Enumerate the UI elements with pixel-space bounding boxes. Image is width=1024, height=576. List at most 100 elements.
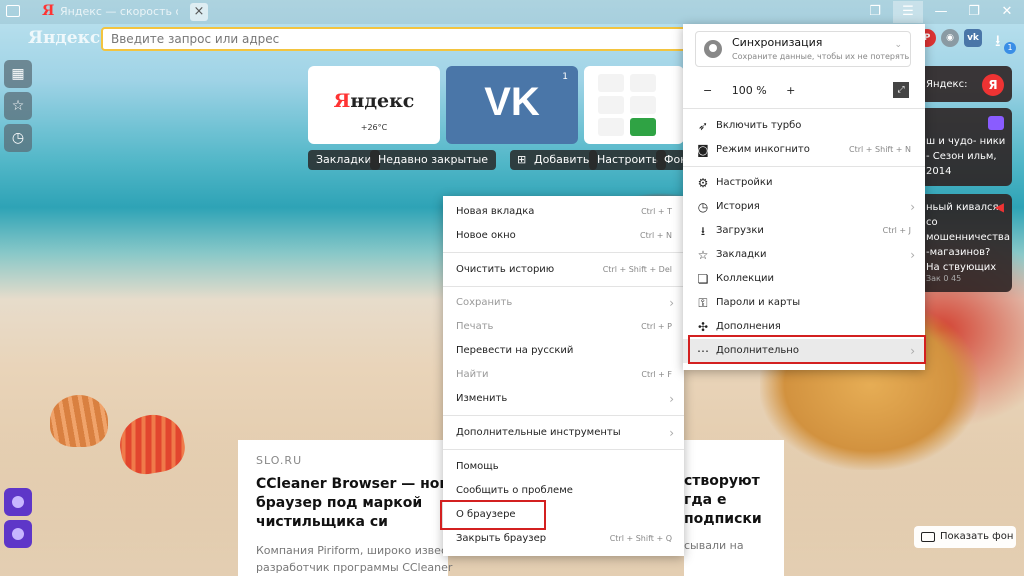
zen-card[interactable]: ◀ ньый кивался со мошенничества -магазин…	[920, 194, 1012, 292]
menu-item-help[interactable]: Помощь	[443, 455, 684, 479]
menu-item-label: Очистить историю	[456, 264, 555, 275]
minimize-icon[interactable]: —	[926, 1, 956, 23]
download-icon[interactable]: ⭳	[995, 30, 1001, 57]
menu-item-print[interactable]: Печать Ctrl + P	[443, 315, 684, 339]
rocket-icon: ➶	[697, 119, 709, 133]
menu-item-new-window[interactable]: Новое окно Ctrl + N	[443, 224, 684, 248]
menu-item-more-tools[interactable]: Дополнительные инструменты ›	[443, 421, 684, 445]
menu-item-turbo[interactable]: ➶ Включить турбо	[683, 114, 925, 138]
zen-card[interactable]: ш и чудо- ники - Сезон ильм, 2014	[920, 108, 1012, 186]
tile-folder[interactable]	[584, 66, 684, 144]
add-tile-button[interactable]: ⊞ Добавить	[510, 150, 598, 170]
sync-subtitle: Сохраните данные, чтобы их не потерять	[732, 52, 910, 61]
chevron-right-icon: ›	[910, 248, 915, 262]
apps-grid-icon[interactable]: ▦	[4, 60, 32, 88]
chevron-right-icon: ›	[669, 426, 674, 440]
menu-item-translate[interactable]: Перевести на русский	[443, 339, 684, 363]
extension-globe-icon[interactable]: ◉	[941, 29, 959, 47]
address-bar[interactable]: Введите запрос или адрес	[101, 27, 691, 51]
tabs-icon[interactable]	[6, 5, 20, 17]
menu-item-settings[interactable]: ⚙ Настройки	[683, 171, 925, 195]
menu-item-collections[interactable]: ❏ Коллекции	[683, 267, 925, 291]
menu-item-label: Сохранить	[456, 297, 513, 308]
alice-voice-icon[interactable]	[4, 520, 32, 548]
menu-item-shortcut: Ctrl + Shift + Q	[609, 534, 672, 543]
menu-icon[interactable]: ☰	[893, 1, 923, 23]
menu-item-find[interactable]: Найти Ctrl + F	[443, 363, 684, 387]
yandex-favicon-icon: Я	[42, 3, 55, 19]
menu-item-shortcut: Ctrl + F	[641, 370, 672, 379]
menu-item-new-tab[interactable]: Новая вкладка Ctrl + T	[443, 200, 684, 224]
menu-item-edit[interactable]: Изменить ›	[443, 387, 684, 411]
fullscreen-icon[interactable]: ⤢	[893, 82, 909, 98]
menu-item-save[interactable]: Сохранить ›	[443, 291, 684, 315]
incognito-icon: ◙	[697, 143, 709, 157]
menu-item-label: История	[716, 201, 760, 212]
zoom-value: 100 %	[731, 84, 767, 97]
yandex-logo-icon: Я	[982, 74, 1004, 96]
menu-item-label: Сообщить о проблеме	[456, 485, 573, 496]
restore-icon[interactable]: ❐	[959, 1, 989, 23]
yandex-logo[interactable]: Яндекс	[28, 28, 100, 48]
menu-item-passwords[interactable]: ⚿ Пароли и карты	[683, 291, 925, 315]
shell-decoration	[50, 395, 108, 447]
vk-extension-icon[interactable]: vk	[964, 29, 982, 47]
recently-closed-button[interactable]: Недавно закрытые	[370, 150, 497, 170]
sync-panel[interactable]: Синхронизация Сохраните данные, чтобы их…	[695, 31, 911, 67]
history-clock-icon[interactable]: ◷	[4, 124, 32, 152]
mini-tile	[598, 96, 624, 114]
background-button[interactable]: Фон	[656, 150, 686, 170]
menu-item-shortcut: Ctrl + P	[641, 322, 672, 331]
news-source: SLO.RU	[256, 454, 303, 467]
tile-weather: +26°C	[360, 123, 388, 132]
menu-item-clear-history[interactable]: Очистить историю Ctrl + Shift + Del	[443, 258, 684, 282]
tile-vk[interactable]: VK 1	[446, 66, 578, 144]
zoom-out-button[interactable]: −	[703, 84, 712, 97]
customize-button[interactable]: Настроить	[589, 150, 667, 170]
menu-item-label: Новая вкладка	[456, 206, 535, 217]
chevron-right-icon: ›	[669, 392, 674, 406]
mini-tile	[630, 74, 656, 92]
menu-item-shortcut: Ctrl + N	[639, 231, 672, 240]
zen-card-text: ш и чудо- ники - Сезон ильм, 2014	[926, 136, 1006, 177]
show-background-button[interactable]: Показать фон	[914, 526, 1016, 548]
menu-item-bookmarks[interactable]: ☆ Закладки ›	[683, 243, 925, 267]
menu-item-label: Изменить	[456, 393, 508, 404]
zoom-in-button[interactable]: +	[786, 84, 795, 97]
star-icon: ☆	[697, 248, 709, 262]
close-icon[interactable]: ✕	[992, 1, 1022, 23]
news-text: сывали на	[684, 539, 744, 552]
alice-icon[interactable]	[4, 488, 32, 516]
mini-tile	[598, 74, 624, 92]
menu-item-incognito[interactable]: ◙ Режим инкогнито Ctrl + Shift + N	[683, 138, 925, 162]
new-tab-button[interactable]: ×	[190, 3, 208, 21]
menu-item-close-browser[interactable]: Закрыть браузер Ctrl + Shift + Q	[443, 527, 684, 551]
menu-item-shortcut: Ctrl + Shift + N	[849, 145, 911, 154]
zen-card[interactable]: Яндекс: Я	[920, 66, 1012, 102]
sync-title: Синхронизация	[732, 36, 823, 49]
news-card[interactable]: SLO.RU CCleaner Browser — новый браузер …	[238, 440, 476, 576]
chevron-right-icon: ›	[910, 200, 915, 214]
mini-tile	[630, 118, 656, 136]
bookmarks-button[interactable]: Закладки	[308, 150, 380, 170]
tile-vk-counter: 1	[562, 72, 568, 82]
download-badge: 1	[1004, 42, 1016, 54]
menu-item-history[interactable]: ◷ История ›	[683, 195, 925, 219]
menu-item-label: Дополнительные инструменты	[456, 427, 621, 438]
video-icon	[988, 116, 1004, 130]
bookmarks-star-icon[interactable]: ☆	[4, 92, 32, 120]
news-title: створуют гда е подписки	[684, 473, 762, 527]
news-card[interactable]: створуют гда е подписки сывали на	[684, 440, 784, 576]
menu-item-label: Перевести на русский	[456, 345, 574, 356]
menu-item-downloads[interactable]: ⭳ Загрузки Ctrl + J	[683, 219, 925, 243]
menu-separator	[443, 449, 684, 450]
zoom-controls: − 100 % +	[703, 84, 811, 97]
menu-item-label: Настройки	[716, 177, 773, 188]
bookmarks-panel-icon[interactable]: ❐	[860, 1, 890, 23]
menu-item-shortcut: Ctrl + Shift + Del	[602, 265, 672, 274]
tab-title[interactable]: Яндекс — скорость соед	[60, 5, 178, 18]
tile-yandex[interactable]: Яндекс +26°C	[308, 66, 440, 144]
menu-separator	[443, 252, 684, 253]
menu-item-label: Печать	[456, 321, 494, 332]
main-menu: Синхронизация Сохраните данные, чтобы их…	[683, 24, 925, 370]
